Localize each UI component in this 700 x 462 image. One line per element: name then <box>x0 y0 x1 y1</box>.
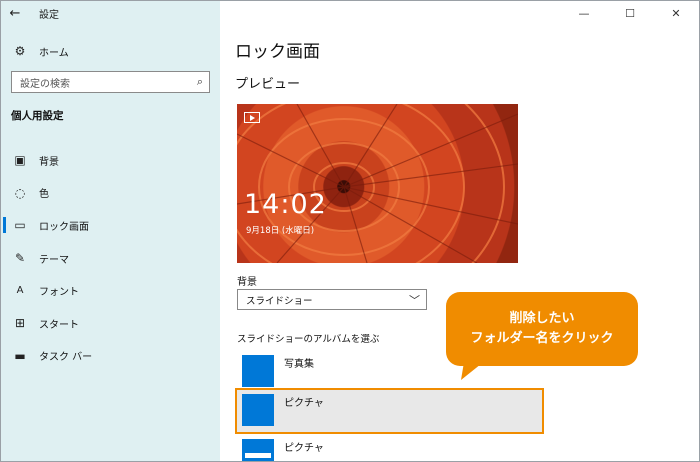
background-dropdown-value: スライドショー <box>246 295 313 307</box>
callout-line-1: 削除したい <box>509 310 575 326</box>
album-name: 写真集 <box>284 359 314 370</box>
preview-time: 14:02 <box>244 189 327 220</box>
chevron-down-icon: ﹀ <box>409 293 420 307</box>
sidebar-item-theme[interactable]: ✎ テーマ <box>1 242 220 275</box>
picture-icon: ▣ <box>14 153 26 168</box>
maximize-button[interactable]: ☐ <box>607 1 653 25</box>
sidebar-item-label: スタート <box>39 319 79 331</box>
gear-icon: ⚙ <box>14 44 26 58</box>
lock-screen-icon: ▭ <box>14 218 26 233</box>
preview-date: 9月18日 (水曜日) <box>246 226 315 236</box>
search-placeholder: 設定の検索 <box>20 78 70 90</box>
flower-image <box>237 104 518 263</box>
sidebar-item-label: 背景 <box>39 156 59 168</box>
section-title: 個人用設定 <box>11 110 64 122</box>
preview-heading: プレビュー <box>235 77 301 92</box>
lock-screen-preview: 14:02 9月18日 (水曜日) <box>237 104 518 263</box>
callout-bubble: 削除したい フォルダー名をクリック <box>446 292 638 366</box>
back-arrow-icon[interactable]: ← <box>1 1 29 25</box>
sidebar-item-label: ロック画面 <box>39 221 89 233</box>
callout-line-2: フォルダー名をクリック <box>470 331 614 346</box>
sidebar-nav: ▣ 背景 ◌ 色 ▭ ロック画面 ✎ テーマ A フォント ⊞ スタート ▬ タ… <box>1 144 220 372</box>
settings-window: ← 設定 ⚙ ホーム 設定の検索 ⌕ 個人用設定 ▣ 背景 ◌ 色 ▭ ロック画… <box>0 0 700 462</box>
sidebar-item-color[interactable]: ◌ 色 <box>1 177 220 210</box>
palette-icon: ◌ <box>14 185 26 200</box>
background-dropdown[interactable]: スライドショー ﹀ <box>237 289 427 310</box>
album-name: ピクチャ <box>284 443 324 454</box>
sidebar-item-font[interactable]: A フォント <box>1 274 220 307</box>
app-title: 設定 <box>39 9 59 21</box>
sidebar-item-label: タスク バー <box>39 352 93 364</box>
window-controls: — ☐ ✕ <box>561 1 699 25</box>
sidebar-item-start[interactable]: ⊞ スタート <box>1 307 220 340</box>
sidebar-item-taskbar[interactable]: ▬ タスク バー <box>1 340 220 373</box>
folder-tile-icon <box>242 439 274 461</box>
page-title: ロック画面 <box>235 42 320 62</box>
minimize-button[interactable]: — <box>561 1 607 25</box>
background-label: 背景 <box>237 277 257 288</box>
start-icon: ⊞ <box>14 316 26 331</box>
settings-search-box[interactable]: 設定の検索 ⌕ <box>11 71 210 93</box>
sidebar-item-label: フォント <box>39 287 79 299</box>
sidebar-item-label: 色 <box>39 189 49 201</box>
slideshow-badge-icon <box>244 112 260 123</box>
sidebar-item-background[interactable]: ▣ 背景 <box>1 144 220 177</box>
sidebar-item-lock-screen[interactable]: ▭ ロック画面 <box>1 209 220 242</box>
taskbar-icon: ▬ <box>14 348 26 363</box>
close-button[interactable]: ✕ <box>653 1 699 25</box>
titlebar-left: ← 設定 <box>1 1 220 25</box>
home-link[interactable]: ⚙ ホーム <box>11 42 69 60</box>
brush-icon: ✎ <box>14 251 26 266</box>
folder-tile-icon <box>242 355 274 387</box>
album-item[interactable]: ピクチャ <box>237 433 542 461</box>
highlight-box <box>235 388 544 434</box>
home-label: ホーム <box>39 47 69 59</box>
search-icon: ⌕ <box>196 75 203 88</box>
font-icon: A <box>16 285 24 297</box>
album-label: スライドショーのアルバムを選ぶ <box>237 334 380 345</box>
sidebar-item-label: テーマ <box>39 254 69 266</box>
sidebar: ← 設定 ⚙ ホーム 設定の検索 ⌕ 個人用設定 ▣ 背景 ◌ 色 ▭ ロック画… <box>1 1 220 461</box>
